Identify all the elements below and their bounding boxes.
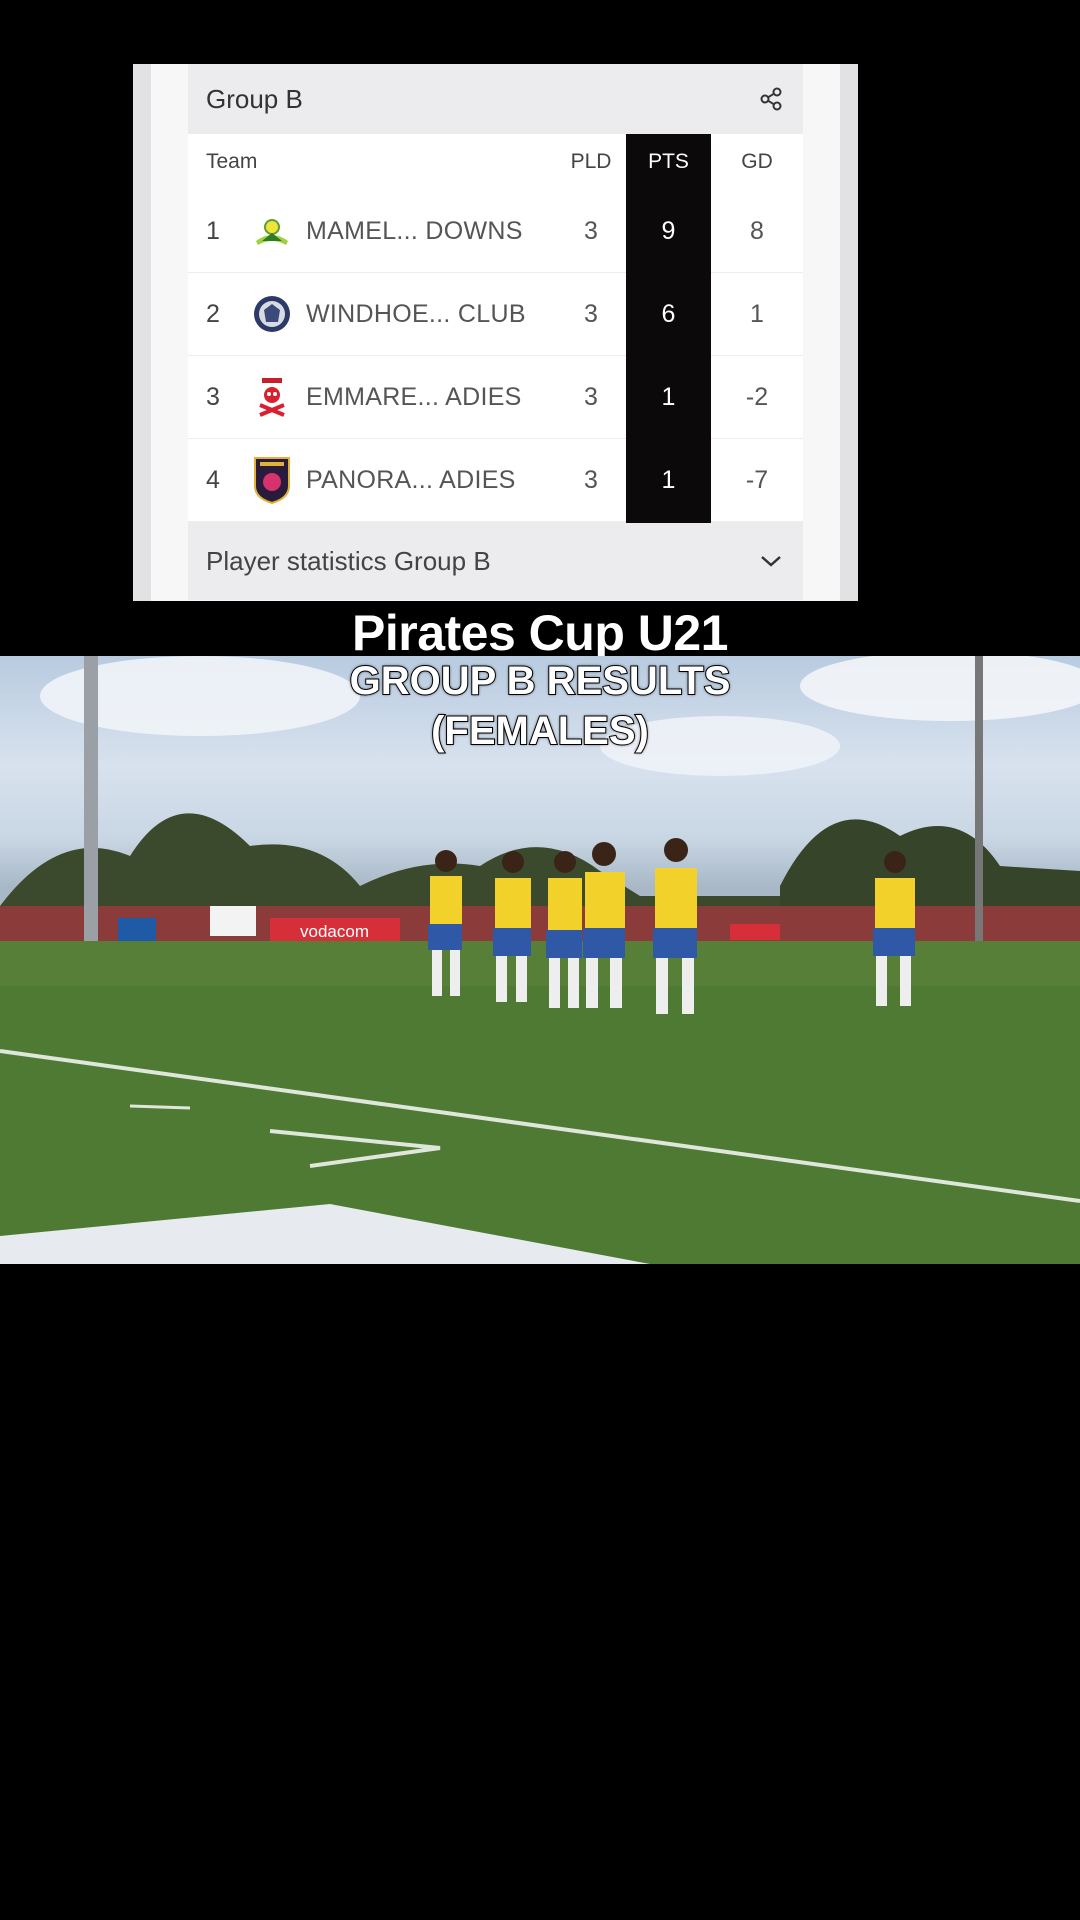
standings-panel: Group B Team PLD PTS GD 1 MAMEL... DOWNS… (188, 64, 803, 600)
played-value: 3 (584, 382, 598, 411)
team-name: PANORA... ADIES (306, 465, 516, 494)
team-name: EMMARE... ADIES (306, 382, 522, 411)
group-header: Group B (188, 64, 803, 134)
points-value: 1 (661, 465, 676, 494)
windhoek-club-logo-icon (252, 294, 292, 334)
chevron-down-icon[interactable] (757, 547, 785, 575)
pirates-skull-logo-icon (252, 377, 292, 417)
player-statistics-label: Player statistics Group B (206, 545, 491, 576)
header-pld[interactable]: PLD (556, 150, 626, 174)
group-title: Group B (206, 83, 303, 114)
standings-screenshot: Group B Team PLD PTS GD 1 MAMEL... DOWNS… (133, 64, 858, 601)
match-photo: vodacom GROUP B RESULTS (FEMALES) (0, 656, 1080, 1264)
header-pts[interactable]: PTS (626, 150, 711, 174)
goal-difference-value: 1 (750, 299, 764, 328)
player-statistics-toggle[interactable]: Player statistics Group B (188, 522, 803, 600)
panorama-shield-logo-icon (252, 457, 292, 504)
subtitle-line-2: (FEMALES) (430, 708, 650, 754)
header-team[interactable]: Team (188, 150, 556, 174)
video-subtitle-caption: GROUP B RESULTS (FEMALES) (0, 656, 1080, 756)
team-rank: 3 (206, 382, 220, 411)
goal-difference-value: -7 (745, 465, 769, 494)
points-value: 1 (661, 382, 676, 411)
sundowns-logo-icon (252, 211, 292, 251)
team-rank: 4 (206, 465, 220, 494)
goal-difference-value: -2 (745, 382, 769, 411)
video-title-caption: Pirates Cup U21 (352, 605, 728, 661)
standings-table: Team PLD PTS GD 1 MAMEL... DOWNS 3 9 8 2… (188, 134, 803, 523)
subtitle-line-1: GROUP B RESULTS (349, 658, 732, 704)
sponsor-banner-text: vodacom (300, 922, 369, 941)
standings-card: Group B Team PLD PTS GD 1 MAMEL... DOWNS… (151, 64, 840, 601)
share-icon[interactable] (757, 85, 785, 113)
played-value: 3 (584, 216, 598, 245)
team-rank: 2 (206, 299, 220, 328)
header-gd[interactable]: GD (711, 150, 803, 174)
goal-difference-value: 8 (750, 216, 764, 245)
points-value: 6 (661, 299, 676, 328)
played-value: 3 (584, 465, 598, 494)
video-frame: Group B Team PLD PTS GD 1 MAMEL... DOWNS… (0, 0, 1080, 1920)
team-name: MAMEL... DOWNS (306, 216, 523, 245)
team-rank: 1 (206, 216, 220, 245)
played-value: 3 (584, 299, 598, 328)
team-name: WINDHOE... CLUB (306, 299, 526, 328)
points-value: 9 (661, 216, 676, 245)
